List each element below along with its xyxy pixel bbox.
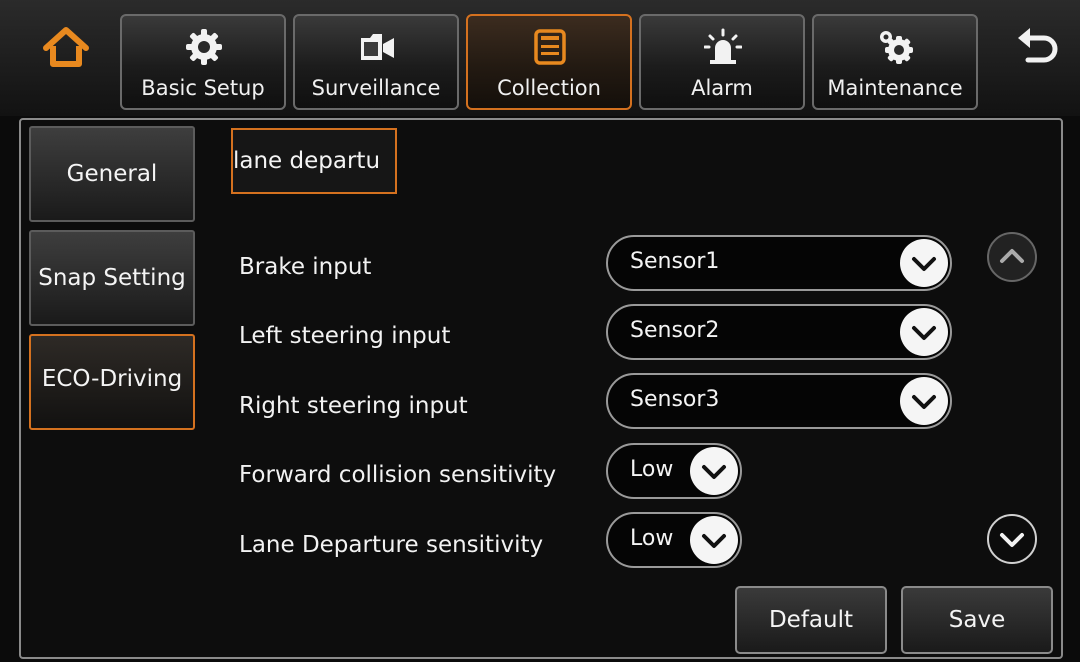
- gear-icon: [185, 28, 223, 66]
- default-button[interactable]: Default: [735, 586, 887, 654]
- right-steering-input-select[interactable]: Sensor3: [606, 373, 952, 429]
- top-navigation-bar: Basic Setup Surveillance Collection Alar…: [0, 0, 1080, 116]
- chevron-down-icon[interactable]: [690, 516, 738, 564]
- tab-label: Basic Setup: [141, 76, 265, 100]
- chevron-down-icon[interactable]: [690, 447, 738, 495]
- chevron-up-icon: [1000, 249, 1024, 263]
- lane-departure-sensitivity-label: Lane Departure sensitivity: [239, 532, 544, 558]
- sidebar-item-general[interactable]: General: [29, 126, 195, 222]
- forward-collision-sensitivity-select[interactable]: Low: [606, 443, 742, 499]
- sidebar-item-label: General: [66, 161, 158, 187]
- select-value: Sensor2: [630, 318, 720, 343]
- forward-collision-sensitivity-label: Forward collision sensitivity: [239, 462, 557, 488]
- sidebar-item-eco-driving[interactable]: ECO-Driving: [29, 334, 195, 430]
- settings-panel: General Snap Setting ECO-Driving lane de…: [19, 118, 1063, 659]
- select-value: Low: [630, 457, 674, 482]
- tab-maintenance[interactable]: Maintenance: [812, 14, 978, 110]
- tab-label: Surveillance: [311, 76, 441, 100]
- default-button-label: Default: [768, 607, 854, 633]
- brake-input-label: Brake input: [239, 254, 372, 280]
- chevron-down-icon[interactable]: [900, 377, 948, 425]
- scroll-up-button[interactable]: [987, 232, 1037, 282]
- tab-label: Collection: [497, 76, 601, 100]
- gears-icon: [877, 28, 915, 66]
- select-value: Sensor1: [630, 249, 720, 274]
- subtab-label: lane departu: [233, 148, 381, 174]
- select-value: Sensor3: [630, 387, 720, 412]
- lane-departure-sensitivity-select[interactable]: Low: [606, 512, 742, 568]
- siren-icon: [703, 28, 743, 66]
- select-value: Low: [630, 526, 674, 551]
- save-button[interactable]: Save: [901, 586, 1053, 654]
- left-steering-input-label: Left steering input: [239, 323, 451, 349]
- chevron-down-icon[interactable]: [900, 308, 948, 356]
- video-camera-icon: [358, 28, 396, 66]
- tab-basic-setup[interactable]: Basic Setup: [120, 14, 286, 110]
- tab-alarm[interactable]: Alarm: [639, 14, 805, 110]
- sidebar-item-label: ECO-Driving: [41, 366, 183, 392]
- tab-surveillance[interactable]: Surveillance: [293, 14, 459, 110]
- tab-label: Maintenance: [827, 76, 963, 100]
- document-icon: [531, 28, 569, 66]
- scroll-down-button[interactable]: [987, 514, 1037, 564]
- tab-collection[interactable]: Collection: [466, 14, 632, 110]
- subtab-lane-departure[interactable]: lane departu: [231, 128, 397, 194]
- brake-input-select[interactable]: Sensor1: [606, 235, 952, 291]
- chevron-down-icon: [1000, 533, 1024, 547]
- right-steering-input-label: Right steering input: [239, 393, 468, 419]
- sidebar-item-snap-setting[interactable]: Snap Setting: [29, 230, 195, 326]
- tab-label: Alarm: [691, 76, 753, 100]
- back-arrow-icon[interactable]: [1012, 24, 1060, 72]
- save-button-label: Save: [948, 607, 1006, 633]
- left-steering-input-select[interactable]: Sensor2: [606, 304, 952, 360]
- sidebar-item-label: Snap Setting: [38, 265, 186, 291]
- chevron-down-icon[interactable]: [900, 239, 948, 287]
- home-icon[interactable]: [42, 24, 90, 72]
